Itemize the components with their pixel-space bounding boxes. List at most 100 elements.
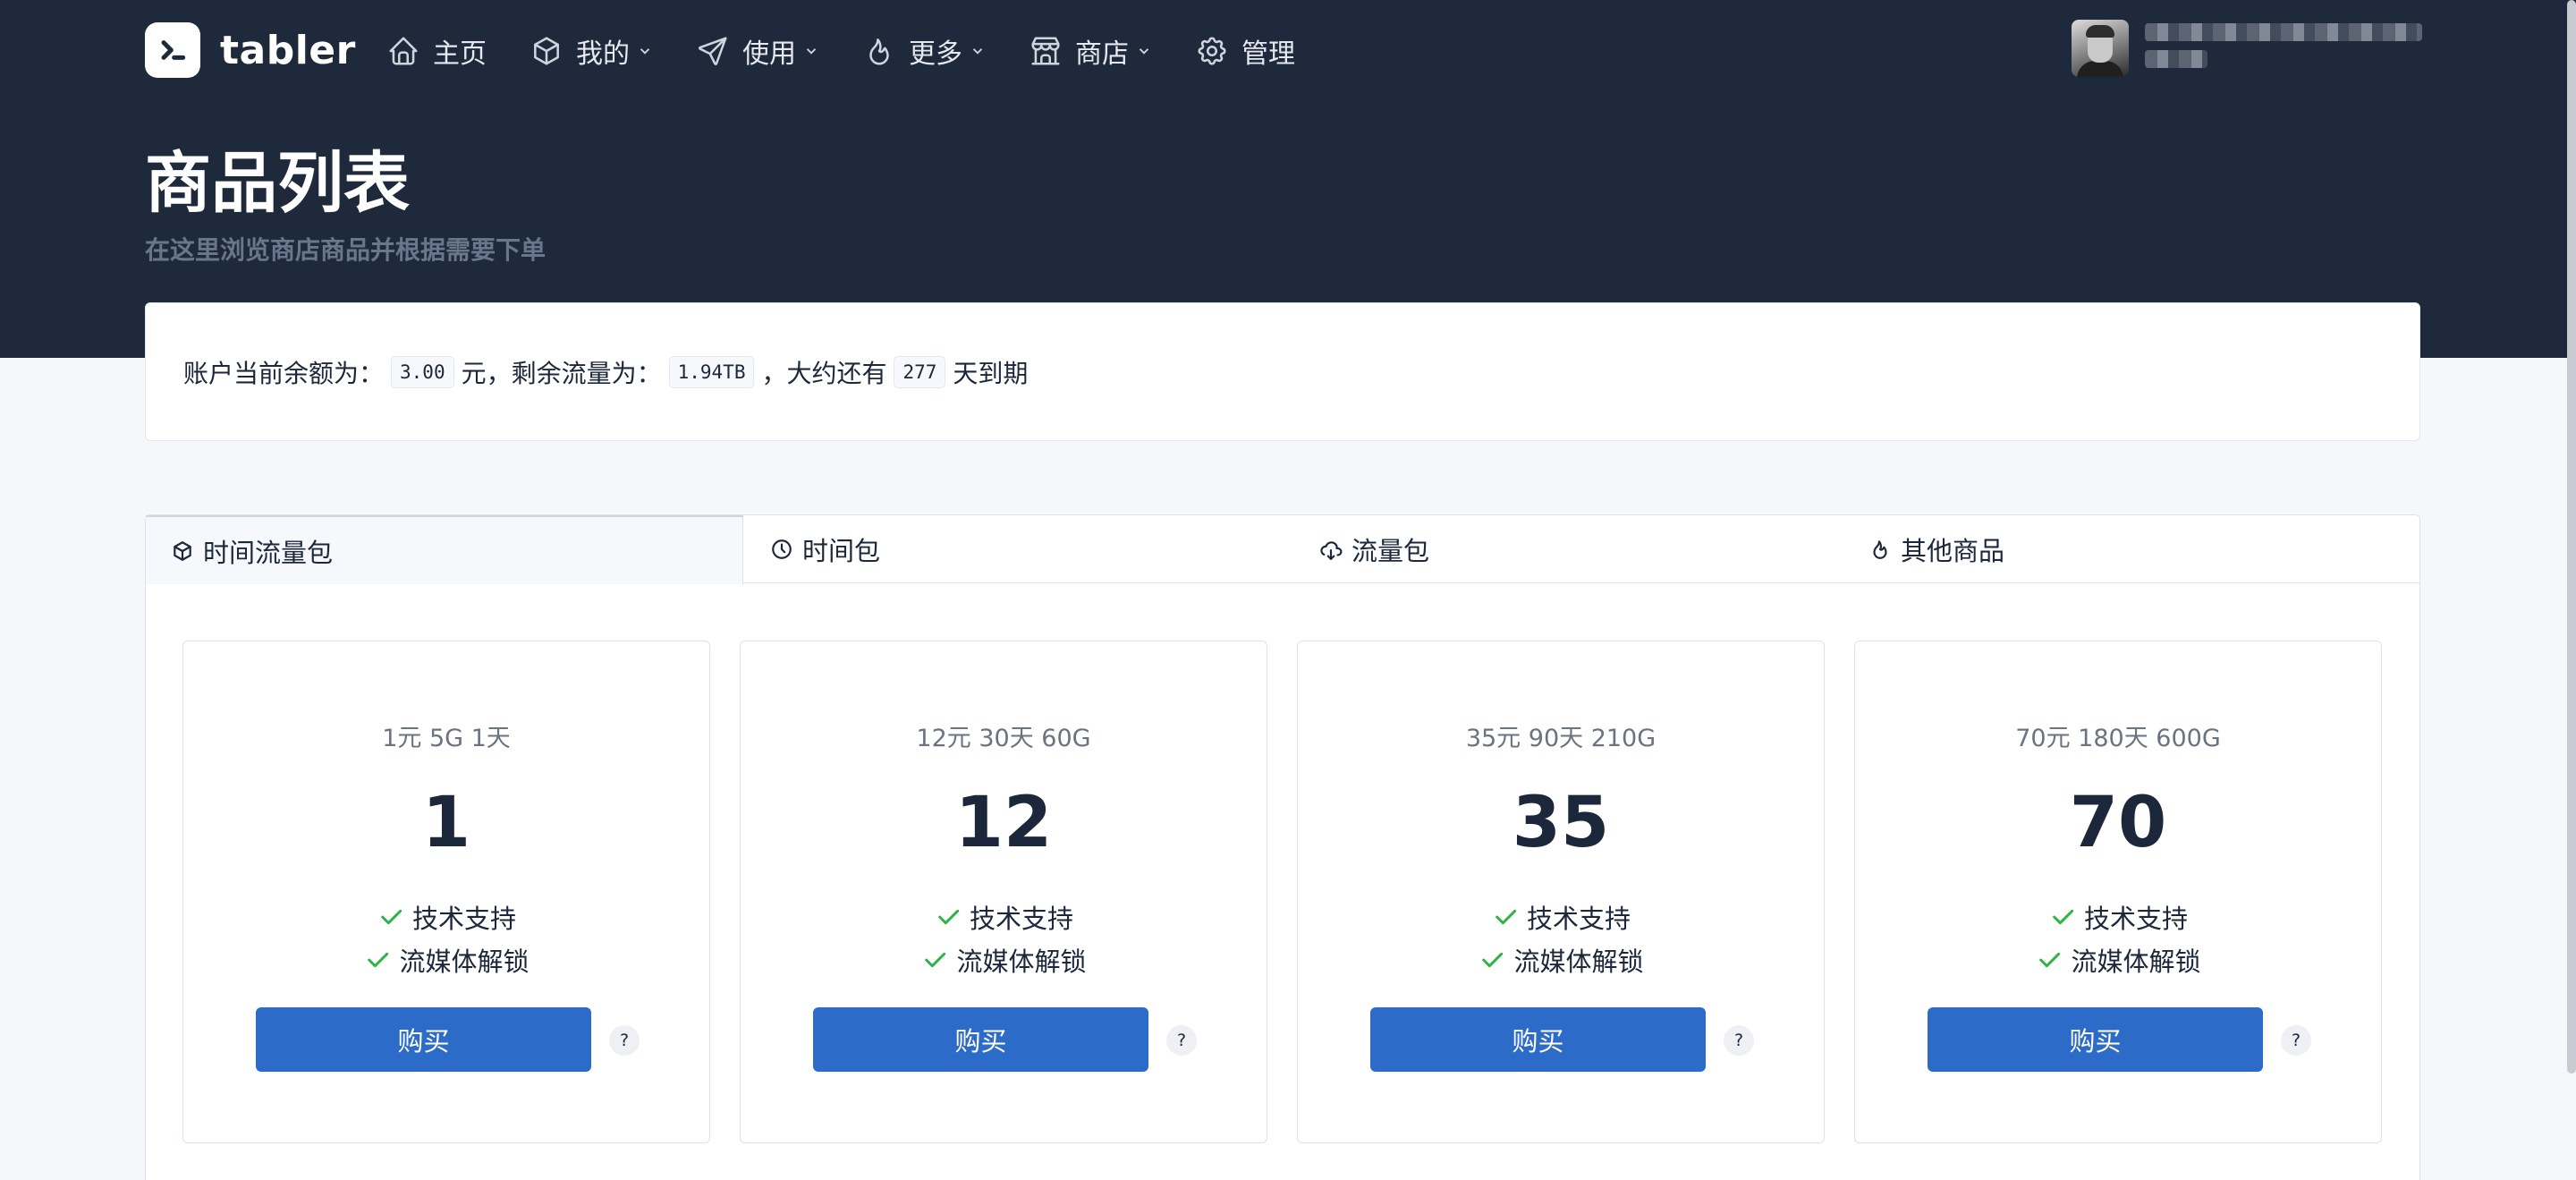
feature-item: 技术支持 [183,896,709,938]
product-card: 1元 5G 1天 1 技术支持 流媒体解锁 购买 ? [182,641,710,1143]
avatar [2072,20,2129,77]
product-features: 技术支持 流媒体解锁 [183,896,709,981]
page-subtitle: 在这里浏览商店商品并根据需要下单 [145,235,547,265]
product-price: 35 [1512,783,1610,863]
buy-button[interactable]: 购买 [813,1007,1148,1072]
store-icon [1031,37,1060,65]
nav-item-mine[interactable]: 我的 [530,31,653,71]
feature-label: 技术支持 [969,904,1073,934]
clock-icon [772,539,792,559]
tab-time[interactable]: 时间包 [770,515,880,583]
cloud-download-icon [1320,541,1343,560]
product-card: 35元 90天 210G 35 技术支持 流媒体解锁 购买 ? [1297,641,1825,1143]
traffic-value: 1.94TB [668,355,755,388]
feature-item: 技术支持 [741,896,1267,938]
product-price: 12 [954,783,1053,863]
days-suffix: 天到期 [953,358,1029,388]
balance-suffix: 元，剩余流量为： [461,358,662,388]
check-icon [1482,952,1504,968]
flame-icon [869,38,889,65]
buy-button[interactable]: 购买 [256,1007,591,1072]
product-features: 技术支持 流媒体解锁 [1298,896,1824,981]
nav-item-use[interactable]: 使用 [696,31,819,71]
tab-label: 其他商品 [1901,536,2005,566]
brand[interactable]: tabler [145,22,356,78]
help-icon[interactable]: ? [2281,1025,2311,1056]
product-features: 技术支持 流媒体解锁 [741,896,1267,981]
tab-label: 时间流量包 [203,537,334,568]
feature-item: 流媒体解锁 [741,938,1267,981]
check-icon [938,909,960,925]
chevron-down-icon [640,48,650,55]
product-features: 技术支持 流媒体解锁 [1855,896,2381,981]
home-icon [389,37,418,65]
buy-button[interactable]: 购买 [1928,1007,2263,1072]
nav-item-label: 更多 [909,38,962,70]
tab-time-traffic[interactable]: 时间流量包 [146,515,743,584]
help-icon[interactable]: ? [1166,1025,1197,1056]
user-menu[interactable] [2072,20,2422,77]
product-name: 35元 90天 210G [1465,725,1657,752]
chevron-down-icon [972,48,983,55]
check-icon [925,952,946,968]
help-icon[interactable]: ? [1724,1025,1754,1056]
flame-icon [1873,540,1887,559]
product-tabs: 时间流量包 时间包 流量包 其他商品 [146,515,2419,584]
feature-label: 流媒体解锁 [1513,947,1644,977]
nav-item-label: 主页 [433,38,487,70]
nav-item-store[interactable]: 商店 [1029,31,1152,71]
feature-label: 技术支持 [1526,904,1631,934]
tab-traffic[interactable]: 流量包 [1319,515,1429,583]
check-icon [368,952,389,968]
buy-button[interactable]: 购买 [1370,1007,1706,1072]
tabler-logo-icon [145,22,200,78]
feature-item: 流媒体解锁 [1855,938,2381,981]
check-icon [2053,909,2074,925]
send-icon [699,37,727,65]
feature-item: 技术支持 [1855,896,2381,938]
product-card: 70元 180天 600G 70 技术支持 流媒体解锁 购买 ? [1854,641,2382,1143]
check-icon [1496,909,1517,925]
user-info-redacted [2145,20,2422,68]
nav-item-admin[interactable]: 管理 [1195,31,1295,71]
package-icon [174,540,191,561]
page-scrollbar[interactable] [2567,0,2576,1074]
brand-name: tabler [220,27,356,73]
feature-item: 流媒体解锁 [183,938,709,981]
package-icon [534,37,559,65]
chevron-down-icon [806,48,817,55]
tab-label: 时间包 [802,536,881,566]
traffic-suffix: ，大约还有 [761,358,887,388]
account-info-card: 账户当前余额为： 3.00 元，剩余流量为： 1.94TB ，大约还有 277 … [145,302,2420,441]
tab-label: 流量包 [1352,536,1430,566]
chevron-down-icon [1139,48,1149,55]
nav-item-home[interactable]: 主页 [386,31,487,71]
product-card: 12元 30天 60G 12 技术支持 流媒体解锁 购买 ? [740,641,1267,1143]
product-price: 1 [421,783,471,863]
feature-label: 技术支持 [2083,904,2188,934]
nav-item-label: 商店 [1075,38,1129,70]
feature-item: 流媒体解锁 [1298,938,1824,981]
nav-item-label: 我的 [576,38,630,70]
feature-label: 流媒体解锁 [399,947,530,977]
top-navbar: tabler 主页 我的 使用 更多 商店 管理 [0,0,2576,102]
settings-icon [1198,37,1226,65]
help-icon[interactable]: ? [609,1025,640,1056]
product-name: 12元 30天 60G [916,725,1091,752]
nav-item-label: 管理 [1241,38,1295,70]
product-price: 70 [2069,783,2167,863]
feature-label: 流媒体解锁 [956,947,1087,977]
check-icon [381,909,402,925]
balance-prefix: 账户当前余额为： [183,358,385,388]
main-nav: 主页 我的 使用 更多 商店 管理 [386,27,1295,75]
balance-value: 3.00 [391,355,454,388]
tab-other[interactable]: 其他商品 [1868,515,2004,583]
page-title: 商品列表 [145,145,410,222]
product-name: 70元 180天 600G [2015,725,2221,752]
feature-label: 技术支持 [411,904,516,934]
check-icon [2039,952,2061,968]
nav-item-more[interactable]: 更多 [862,31,986,71]
feature-item: 技术支持 [1298,896,1824,938]
nav-item-label: 使用 [742,38,796,70]
product-name: 1元 5G 1天 [382,725,511,752]
